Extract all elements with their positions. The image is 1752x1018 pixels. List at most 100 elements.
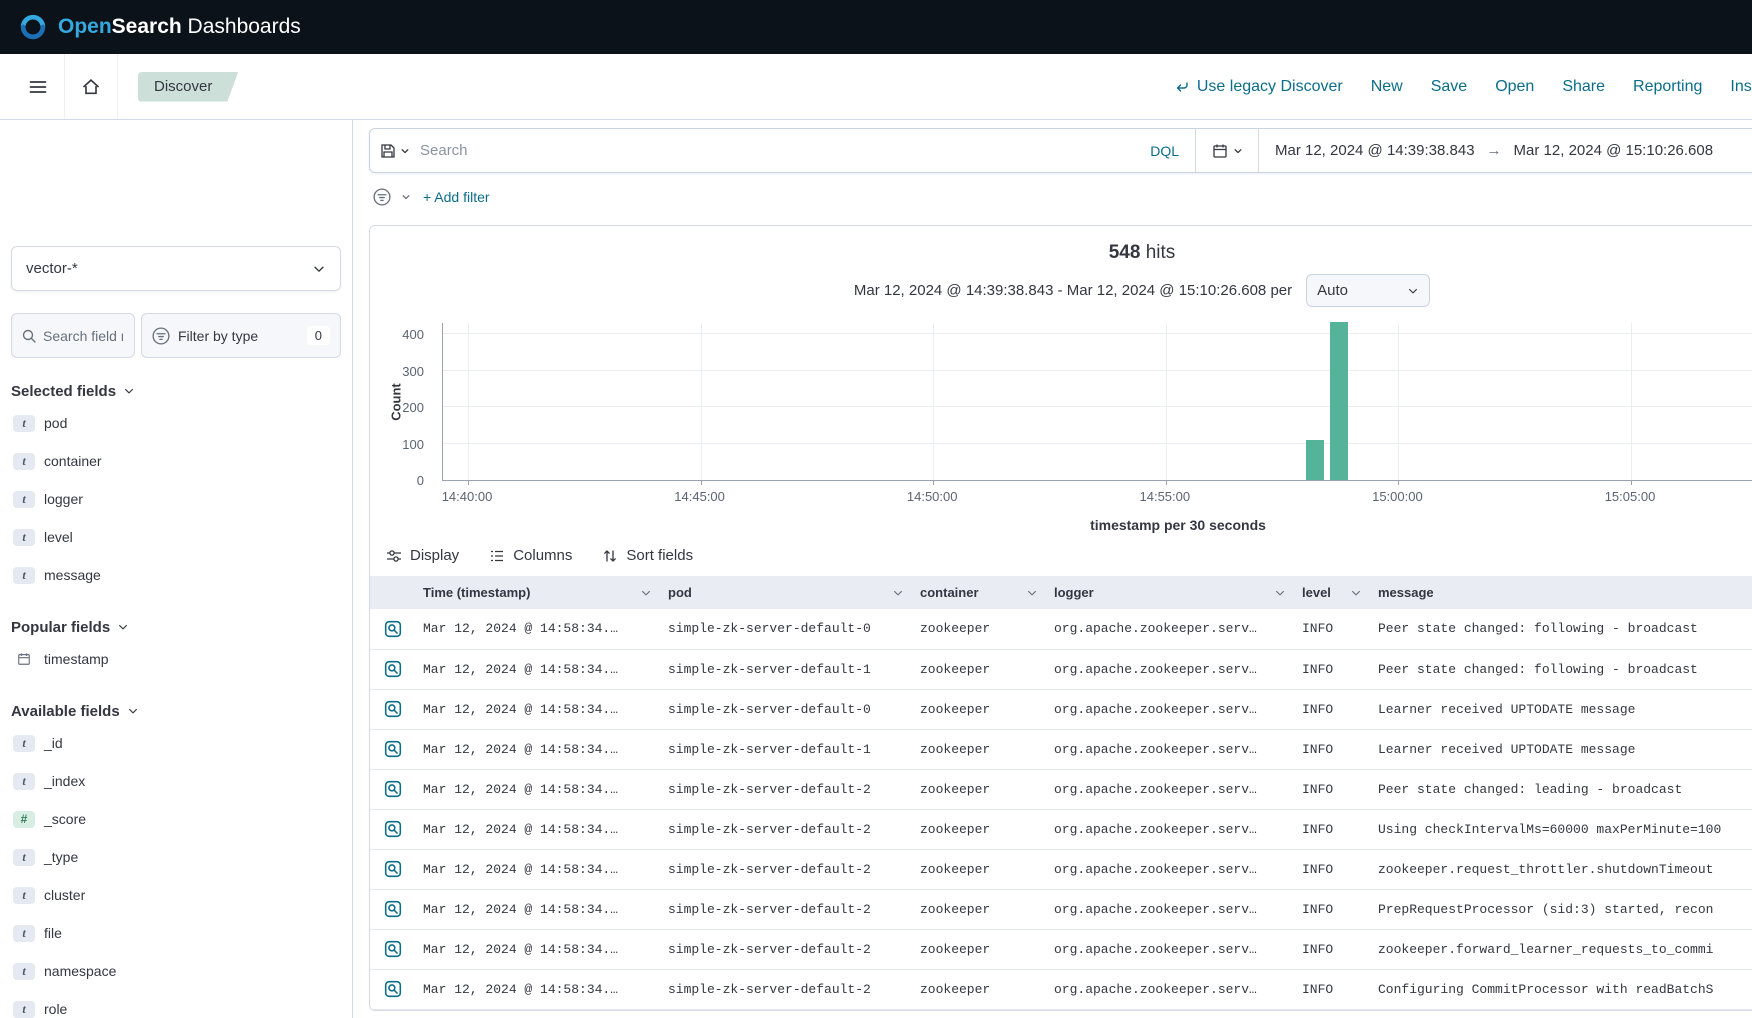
axis-tick — [1166, 480, 1167, 485]
filter-options-button[interactable] — [369, 185, 395, 209]
chevron-down-icon — [312, 262, 326, 276]
table-row: Mar 12, 2024 @ 14:58:34.…simple-zk-serve… — [370, 689, 1752, 729]
chevron-down-icon[interactable] — [1350, 587, 1362, 599]
inspect-document-button[interactable] — [380, 896, 406, 922]
field-search-input[interactable] — [43, 328, 123, 344]
field-item-message[interactable]: tmessage — [11, 556, 341, 594]
inspect-document-button[interactable] — [380, 976, 406, 1002]
inspect-document-button[interactable] — [380, 856, 406, 882]
menu-button[interactable] — [16, 65, 60, 109]
inspect-document-button[interactable] — [380, 696, 406, 722]
nav-link-save[interactable]: Save — [1431, 78, 1467, 96]
column-header-pod[interactable]: pod — [660, 576, 912, 609]
nav-link-label: Use legacy Discover — [1197, 78, 1343, 96]
field-item-container[interactable]: tcontainer — [11, 442, 341, 480]
field-item-logger[interactable]: tlogger — [11, 480, 341, 518]
histogram-bar[interactable] — [1306, 440, 1324, 480]
cell-time: Mar 12, 2024 @ 14:58:34.… — [415, 689, 660, 729]
text-field-icon: t — [13, 415, 35, 432]
toolbar-display-button[interactable]: Display — [386, 547, 459, 564]
chevron-down-icon[interactable] — [1026, 587, 1038, 599]
field-label: level — [44, 529, 73, 545]
gridline — [1631, 323, 1632, 480]
query-language-button[interactable]: DQL — [1134, 129, 1195, 172]
date-range: Mar 12, 2024 @ 14:39:38.843 → Mar 12, 20… — [1259, 129, 1752, 172]
cell-expand — [370, 769, 415, 809]
add-filter-button[interactable]: + Add filter — [423, 189, 490, 205]
field-item-cluster[interactable]: tcluster — [11, 876, 341, 914]
field-item-score[interactable]: #_score — [11, 800, 341, 838]
field-item-role[interactable]: trole — [11, 990, 341, 1018]
chevron-down-icon — [400, 146, 410, 156]
sort-icon — [602, 548, 618, 564]
x-tick-label: 15:00:00 — [1372, 489, 1423, 504]
field-item-id[interactable]: t_id — [11, 724, 341, 762]
interval-select[interactable]: Auto — [1306, 274, 1430, 307]
cell-logger: org.apache.zookeeper.serv… — [1046, 889, 1294, 929]
return-arrow-icon — [1174, 79, 1190, 95]
section-header-available-fields[interactable]: Available fields — [11, 698, 341, 724]
table-header-row: Time (timestamp)podcontainerloggerlevelm… — [370, 576, 1752, 609]
axis-tick — [701, 480, 702, 485]
filter-count-badge: 0 — [307, 326, 330, 345]
chevron-down-icon — [401, 192, 411, 202]
date-range-start[interactable]: Mar 12, 2024 @ 14:39:38.843 — [1275, 142, 1475, 159]
home-button[interactable] — [69, 65, 113, 109]
field-item-pod[interactable]: tpod — [11, 404, 341, 442]
cell-expand — [370, 889, 415, 929]
histogram-x-title: timestamp per 30 seconds — [442, 517, 1752, 533]
cell-time: Mar 12, 2024 @ 14:58:34.… — [415, 609, 660, 649]
nav-link-open[interactable]: Open — [1495, 78, 1534, 96]
search-input[interactable] — [420, 129, 1134, 172]
cell-expand — [370, 609, 415, 649]
column-header-logger[interactable]: logger — [1046, 576, 1294, 609]
date-quick-select-button[interactable] — [1196, 129, 1258, 172]
chevron-down-icon[interactable] — [892, 587, 904, 599]
inspect-document-button[interactable] — [380, 616, 406, 642]
column-header-message[interactable]: message — [1370, 576, 1752, 609]
field-label: cluster — [44, 887, 85, 903]
field-item-file[interactable]: tfile — [11, 914, 341, 952]
nav-link-label: Reporting — [1633, 78, 1702, 96]
filter-by-type-button[interactable]: Filter by type 0 — [141, 313, 341, 358]
cell-level: INFO — [1294, 729, 1370, 769]
histogram-bar[interactable] — [1330, 322, 1348, 480]
section-header-popular-fields[interactable]: Popular fields — [11, 614, 341, 640]
field-item-index[interactable]: t_index — [11, 762, 341, 800]
section-title: Popular fields — [11, 619, 110, 636]
field-item-namespace[interactable]: tnamespace — [11, 952, 341, 990]
nav-link-label: Share — [1562, 78, 1605, 96]
nav-link-share[interactable]: Share — [1562, 78, 1605, 96]
inspect-document-button[interactable] — [380, 656, 406, 682]
nav-link-use-legacy-discover[interactable]: Use legacy Discover — [1174, 78, 1343, 96]
cell-expand — [370, 809, 415, 849]
field-item-type[interactable]: t_type — [11, 838, 341, 876]
chevron-down-icon[interactable] — [1274, 587, 1286, 599]
nav-link-new[interactable]: New — [1371, 78, 1403, 96]
date-range-end[interactable]: Mar 12, 2024 @ 15:10:26.608 — [1514, 142, 1714, 159]
column-header-time-timestamp[interactable]: Time (timestamp) — [415, 576, 660, 609]
field-item-level[interactable]: tlevel — [11, 518, 341, 556]
calendar-icon — [1212, 143, 1228, 159]
brand-title: OpenSearch Dashboards — [58, 15, 301, 39]
toolbar-columns-button[interactable]: Columns — [489, 547, 572, 564]
chevron-down-icon[interactable] — [640, 587, 652, 599]
inspect-document-button[interactable] — [380, 816, 406, 842]
saved-query-button[interactable] — [370, 129, 420, 172]
inspect-document-button[interactable] — [380, 936, 406, 962]
inspect-document-button[interactable] — [380, 736, 406, 762]
inspect-document-button[interactable] — [380, 776, 406, 802]
cell-pod: simple-zk-server-default-2 — [660, 809, 912, 849]
section-header-selected-fields[interactable]: Selected fields — [11, 378, 341, 404]
cell-message: Learner received UPTODATE message — [1370, 689, 1752, 729]
toolbar-sort-fields-button[interactable]: Sort fields — [602, 547, 693, 564]
cell-pod: simple-zk-server-default-2 — [660, 929, 912, 969]
column-header-level[interactable]: level — [1294, 576, 1370, 609]
table-row: Mar 12, 2024 @ 14:58:34.…simple-zk-serve… — [370, 609, 1752, 649]
nav-link-inspect[interactable]: Inspect — [1730, 78, 1752, 96]
field-item-timestamp[interactable]: timestamp — [11, 640, 341, 678]
column-header-container[interactable]: container — [912, 576, 1046, 609]
index-pattern-select[interactable]: vector-* — [11, 246, 341, 291]
nav-link-reporting[interactable]: Reporting — [1633, 78, 1702, 96]
cell-logger: org.apache.zookeeper.serv… — [1046, 769, 1294, 809]
